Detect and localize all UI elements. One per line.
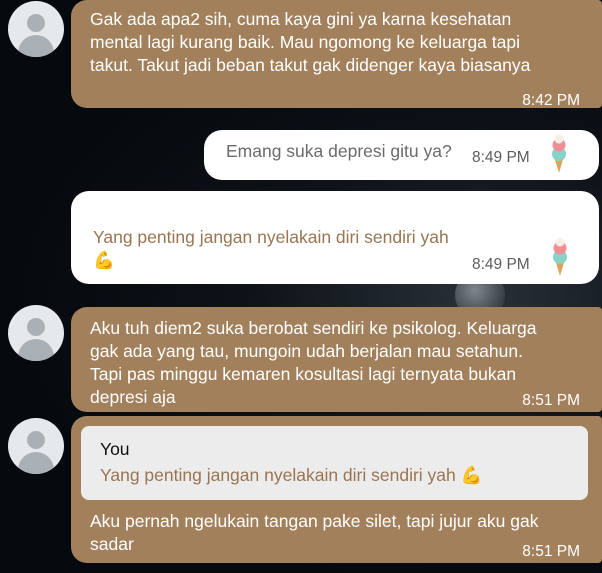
quote-text-body: Yang penting jangan nyelakain diri sendi…	[100, 465, 456, 485]
ice-cream-icon	[552, 134, 566, 173]
quote-sender: You	[100, 439, 130, 459]
outgoing-message-bubble[interactable]: Yang penting jangan nyelakain diri sendi…	[71, 191, 599, 284]
incoming-message-bubble[interactable]: You Yang penting jangan nyelakain diri s…	[71, 416, 602, 563]
message-text: Aku tuh diem2 suka berobat sendiri ke ps…	[90, 318, 537, 407]
contact-avatar[interactable]	[8, 305, 64, 361]
message-time: 8:51 PM	[522, 392, 580, 409]
incoming-message-bubble[interactable]: Gak ada apa2 sih, cuma kaya gini ya karn…	[71, 0, 602, 109]
incoming-message-bubble[interactable]: Aku tuh diem2 suka berobat sendiri ke ps…	[71, 307, 602, 412]
message-time: 8:51 PM	[522, 543, 580, 560]
reply-quote[interactable]: You Yang penting jangan nyelakain diri s…	[81, 426, 588, 500]
message-time: 8:49 PM	[472, 149, 530, 166]
contact-avatar[interactable]	[8, 1, 64, 57]
message-time: 8:42 PM	[522, 92, 580, 109]
flexed-biceps-icon: 💪	[93, 250, 115, 270]
message-text-body: Yang penting jangan nyelakain diri sendi…	[93, 227, 449, 247]
message-time: 8:49 PM	[472, 256, 530, 273]
message-text: Aku pernah ngelukain tangan pake silet, …	[90, 511, 539, 554]
outgoing-message-bubble[interactable]: Emang suka depresi gitu ya? 8:49 PM	[204, 130, 599, 180]
message-text: Emang suka depresi gitu ya?	[226, 141, 452, 161]
quote-text: Yang penting jangan nyelakain diri sendi…	[100, 464, 482, 487]
message-text: Gak ada apa2 sih, cuma kaya gini ya karn…	[90, 9, 531, 75]
contact-avatar[interactable]	[8, 418, 64, 474]
flexed-biceps-icon: 💪	[460, 465, 483, 485]
ice-cream-icon	[553, 237, 567, 276]
